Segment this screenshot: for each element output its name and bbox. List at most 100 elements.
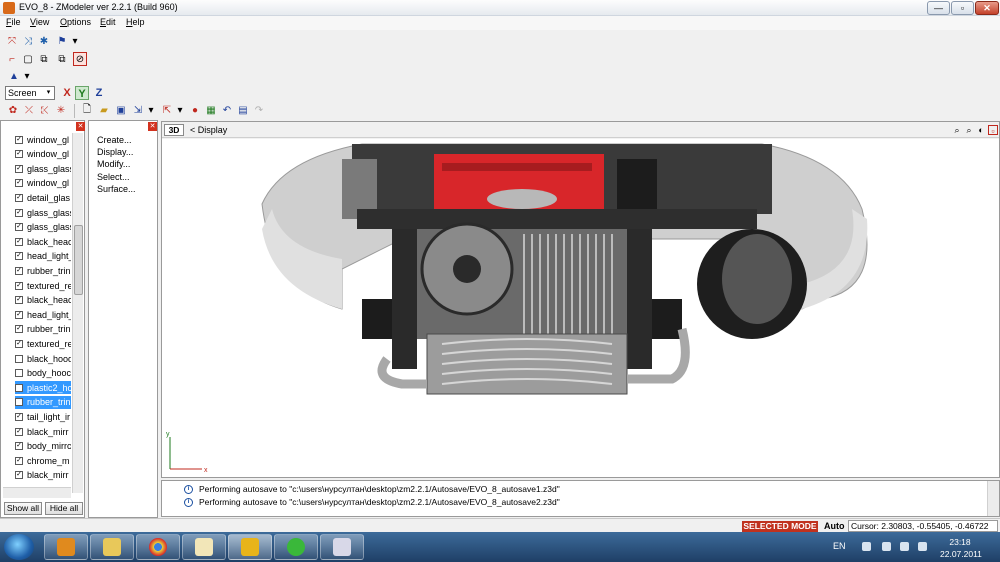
- visibility-checkbox[interactable]: ✓: [15, 179, 23, 188]
- object-list-item[interactable]: ✓ window_gl: [15, 133, 71, 146]
- close-icon[interactable]: ✕: [76, 122, 85, 131]
- visibility-checkbox[interactable]: ✓: [15, 266, 23, 275]
- viewport[interactable]: 3D < Display ⌕ ⌕ ◐ ▫ y x: [161, 121, 1000, 478]
- close-button[interactable]: ✕: [975, 1, 999, 15]
- select-object-icon[interactable]: ⚑: [55, 34, 69, 48]
- taskbar-explorer[interactable]: [90, 534, 134, 560]
- redo-icon[interactable]: ↷: [252, 103, 266, 117]
- object-list-item[interactable]: ✓ glass_glass: [15, 162, 71, 175]
- object-list-item[interactable]: ✓ head_light_: [15, 308, 71, 321]
- object-list-item[interactable]: ✓ chrome_m: [15, 454, 71, 467]
- axis-x-toggle[interactable]: X: [60, 86, 74, 100]
- visibility-checkbox[interactable]: ✓: [15, 193, 23, 202]
- object-list-scrollbar[interactable]: [72, 133, 83, 493]
- taskbar-mail[interactable]: [182, 534, 226, 560]
- object-list-item[interactable]: ✓ black_heac: [15, 294, 71, 307]
- show-all-button[interactable]: Show all: [4, 502, 42, 515]
- object-list-item[interactable]: ✓ glass_glass: [15, 221, 71, 234]
- chevron-down-icon[interactable]: ▾: [147, 103, 155, 117]
- axis-scale-icon[interactable]: ✳: [54, 103, 68, 117]
- taskbar-paint[interactable]: [320, 534, 364, 560]
- pan-icon[interactable]: ◐: [976, 125, 986, 135]
- hide-all-button[interactable]: Hide all: [45, 502, 83, 515]
- object-list-item[interactable]: rubber_trin: [15, 395, 71, 409]
- taskbar-chrome[interactable]: [136, 534, 180, 560]
- visibility-checkbox[interactable]: ✓: [15, 223, 23, 232]
- chevron-down-icon[interactable]: ▾: [23, 69, 31, 83]
- object-list-item[interactable]: ✓ textured_re: [15, 337, 71, 350]
- object-list-item[interactable]: ✓ black_heac: [15, 235, 71, 248]
- object-list-item[interactable]: ✓ tail_light_ir: [15, 410, 71, 423]
- visibility-checkbox[interactable]: ✓: [15, 412, 23, 421]
- axis-z-toggle[interactable]: Z: [92, 86, 106, 100]
- axis-y-toggle[interactable]: Y: [75, 86, 89, 100]
- visibility-checkbox[interactable]: ✓: [15, 164, 23, 173]
- visibility-checkbox[interactable]: ✓: [15, 237, 23, 246]
- clock-time[interactable]: 23:18: [940, 537, 980, 547]
- zoom-extents-icon[interactable]: ⌕: [964, 125, 974, 135]
- object-list-hscrollbar[interactable]: [3, 487, 71, 498]
- delete-object-icon[interactable]: ⊘: [73, 52, 87, 66]
- object-list-item[interactable]: ✓ rubber_trin: [15, 323, 71, 336]
- import-icon[interactable]: ⇲: [131, 103, 145, 117]
- visibility-checkbox[interactable]: ✓: [15, 456, 23, 465]
- notes-icon[interactable]: ▤: [236, 103, 250, 117]
- visibility-checkbox[interactable]: ✓: [15, 442, 23, 451]
- menu-edit[interactable]: Edit: [100, 17, 116, 27]
- clock-date[interactable]: 22.07.2011: [940, 549, 982, 559]
- new-file-icon[interactable]: 🗋: [80, 103, 94, 117]
- visibility-checkbox[interactable]: ✓: [15, 310, 23, 319]
- object-list-item[interactable]: ✓ window_gl: [15, 177, 71, 190]
- tray-volume-icon[interactable]: [900, 542, 909, 551]
- object-list-item[interactable]: ✓ textured_re: [15, 279, 71, 292]
- auto-indicator[interactable]: Auto: [824, 521, 845, 531]
- tray-help-icon[interactable]: [862, 542, 871, 551]
- visibility-checkbox[interactable]: ✓: [15, 135, 23, 144]
- viewport-canvas[interactable]: y x: [162, 139, 999, 477]
- visibility-checkbox[interactable]: ✓: [15, 252, 23, 261]
- language-indicator[interactable]: EN: [833, 541, 846, 551]
- start-button[interactable]: [4, 534, 34, 560]
- command-create[interactable]: Create...: [97, 135, 132, 145]
- object-list-item[interactable]: black_hood: [15, 352, 71, 365]
- command-display[interactable]: Display...: [97, 147, 133, 157]
- create-line-icon[interactable]: ⌐: [5, 52, 19, 66]
- axis-rotate-icon[interactable]: ⤪: [38, 103, 52, 117]
- object-list-item[interactable]: ✓ window_gl: [15, 148, 71, 161]
- visibility-checkbox[interactable]: ✓: [15, 150, 23, 159]
- viewport-mode-label[interactable]: < Display: [190, 125, 227, 135]
- taskbar-game[interactable]: [274, 534, 318, 560]
- object-list-item[interactable]: ✓ body_mirrc: [15, 440, 71, 453]
- cube-icon[interactable]: ▢: [21, 52, 35, 66]
- tray-flag-icon[interactable]: [882, 542, 891, 551]
- menu-options[interactable]: Options: [60, 17, 91, 27]
- select-vertex-icon[interactable]: ⤧: [5, 34, 19, 48]
- chevron-down-icon[interactable]: ▾: [44, 88, 53, 98]
- taskbar-zmodeler[interactable]: [228, 534, 272, 560]
- export-icon[interactable]: ⇱: [160, 103, 174, 117]
- visibility-checkbox[interactable]: ✓: [15, 296, 23, 305]
- command-select[interactable]: Select...: [97, 172, 130, 182]
- visibility-checkbox[interactable]: ✓: [15, 471, 23, 480]
- chevron-down-icon[interactable]: ▾: [71, 34, 79, 48]
- visibility-checkbox[interactable]: ✓: [15, 427, 23, 436]
- select-edge-icon[interactable]: ⤨: [21, 34, 35, 48]
- scroll-thumb[interactable]: [74, 225, 83, 295]
- cube-stack-icon[interactable]: ⧉: [37, 52, 51, 66]
- object-list-item[interactable]: plastic2_hc: [15, 381, 71, 395]
- open-folder-icon[interactable]: ▰: [97, 103, 111, 117]
- taskbar-media-player[interactable]: [44, 534, 88, 560]
- visibility-checkbox[interactable]: [15, 369, 23, 378]
- object-list-item[interactable]: body_hooc: [15, 367, 71, 380]
- maximize-button[interactable]: ▫: [951, 1, 974, 15]
- viewport-3d-button[interactable]: 3D: [164, 124, 184, 136]
- object-list-item[interactable]: ✓ black_mirr: [15, 425, 71, 438]
- object-list-item[interactable]: ✓ rubber_trin: [15, 264, 71, 277]
- axis-transform-icon[interactable]: ⤫: [22, 103, 36, 117]
- selection-mode-badge[interactable]: SELECTED MODE: [742, 521, 818, 532]
- undo-icon[interactable]: ↶: [220, 103, 234, 117]
- select-face-icon[interactable]: ✱: [37, 34, 51, 48]
- close-icon[interactable]: ✕: [148, 122, 157, 131]
- visibility-checkbox[interactable]: ✓: [15, 325, 23, 334]
- object-list-item[interactable]: ✓ black_mirr: [15, 469, 71, 482]
